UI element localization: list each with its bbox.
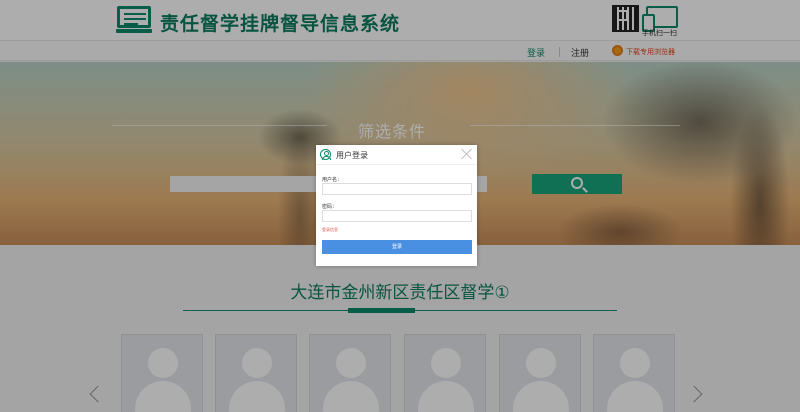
username-label: 用户名：	[322, 177, 343, 183]
modal-header: 用户登录	[316, 145, 477, 165]
login-modal: 用户登录 用户名： 密码： 登录信息 登录	[316, 145, 477, 266]
username-field[interactable]	[322, 183, 472, 195]
login-button[interactable]: 登录	[322, 240, 472, 254]
modal-title: 用户登录	[336, 151, 368, 160]
password-field[interactable]	[322, 210, 472, 222]
login-error-text: 登录信息	[322, 227, 338, 232]
password-label: 密码：	[322, 204, 338, 210]
user-icon	[320, 149, 331, 160]
close-icon[interactable]	[461, 148, 473, 160]
